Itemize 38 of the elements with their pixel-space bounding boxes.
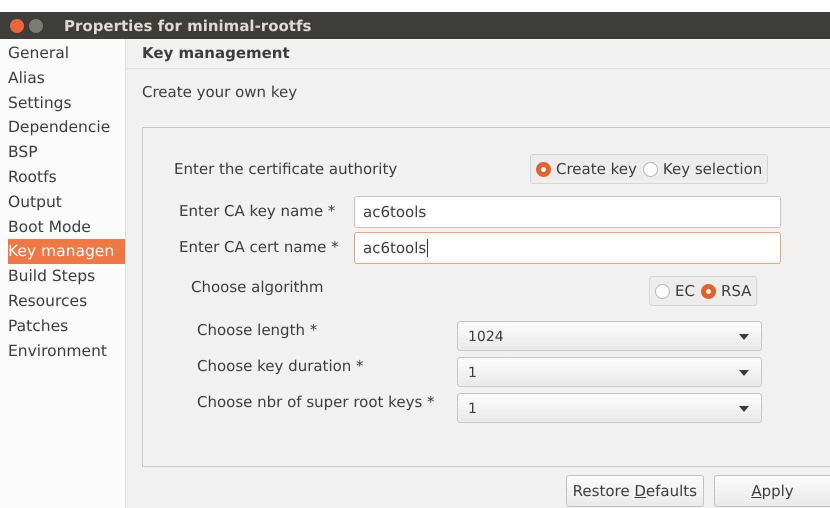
sidebar-item[interactable]: Output (0, 190, 125, 215)
sidebar-item[interactable]: Dependencie (0, 115, 125, 140)
dropdown-arrow-icon (739, 370, 749, 376)
radio-option[interactable]: Create key (536, 160, 637, 178)
dropdown[interactable]: 1 (457, 393, 762, 423)
sidebar-item[interactable]: Patches (0, 314, 125, 339)
field-label: Choose length * (197, 321, 318, 339)
sidebar-item[interactable]: General (0, 41, 125, 66)
sidebar-item[interactable]: Alias (0, 66, 125, 91)
window-title: Properties for minimal-rootfs (64, 16, 312, 34)
page-subtitle: Create your own key (141, 82, 298, 103)
input-field[interactable]: ac6tools (354, 196, 781, 228)
sidebar-item[interactable]: Rootfs (0, 164, 125, 190)
dropdown-arrow-icon (739, 334, 749, 340)
dropdown-arrow-icon (739, 406, 749, 412)
sidebar-item[interactable]: Build Steps (0, 264, 125, 289)
minimize-icon[interactable] (29, 18, 43, 32)
dropdown[interactable]: 1 (457, 357, 762, 387)
field-label: Choose key duration * (197, 357, 365, 375)
close-icon[interactable] (10, 18, 24, 32)
field-label: Enter CA key name * (179, 202, 336, 220)
field-label: Choose algorithm (191, 278, 325, 296)
dialog-button[interactable]: Apply (714, 475, 830, 507)
input-field[interactable]: ac6tools (354, 232, 781, 264)
sidebar-item[interactable]: BSP (0, 140, 125, 165)
sidebar-item[interactable]: Resources (0, 288, 125, 314)
page-header: Key management (126, 39, 830, 69)
dropdown[interactable]: 1024 (457, 321, 762, 351)
dialog-button[interactable]: Restore Defaults (566, 475, 704, 507)
field-label: Choose nbr of super root keys * (197, 393, 436, 411)
field-label: Enter the certificate authority (174, 160, 398, 178)
radio-option[interactable]: EC (655, 282, 695, 300)
radio-option[interactable]: RSA (700, 282, 752, 300)
sidebar-item[interactable]: Boot Mode (0, 214, 125, 240)
field-label: Enter CA cert name * (179, 238, 340, 256)
sidebar-item[interactable]: Settings (0, 90, 125, 116)
radio-option[interactable]: Key selection (642, 160, 762, 178)
sidebar-item[interactable]: Environment (0, 338, 125, 364)
